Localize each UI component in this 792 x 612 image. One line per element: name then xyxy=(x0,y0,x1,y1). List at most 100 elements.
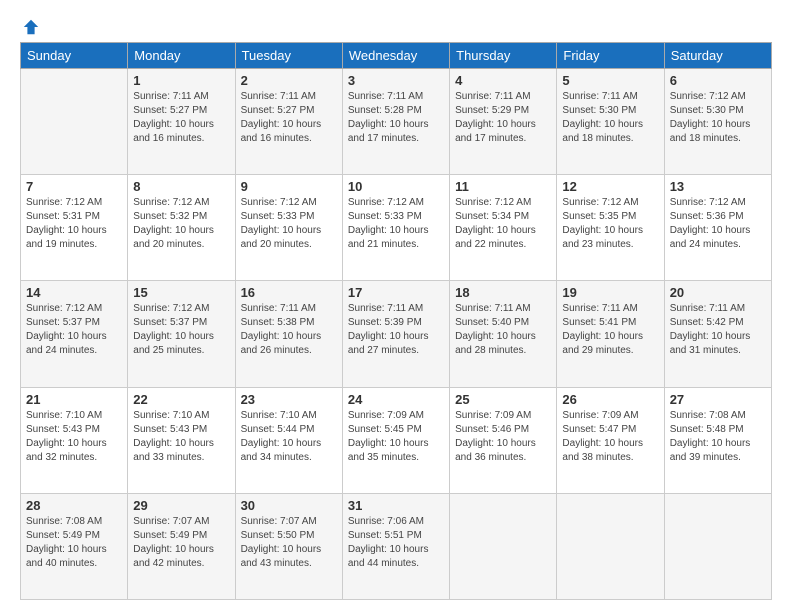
day-info: Sunrise: 7:11 AM Sunset: 5:28 PM Dayligh… xyxy=(348,90,444,146)
calendar-day-header: Monday xyxy=(128,43,235,69)
day-number: 31 xyxy=(348,498,444,513)
calendar-cell: 2Sunrise: 7:11 AM Sunset: 5:27 PM Daylig… xyxy=(235,69,342,175)
day-number: 21 xyxy=(26,392,122,407)
day-info: Sunrise: 7:12 AM Sunset: 5:30 PM Dayligh… xyxy=(670,90,766,146)
day-info: Sunrise: 7:10 AM Sunset: 5:44 PM Dayligh… xyxy=(241,409,337,465)
day-info: Sunrise: 7:11 AM Sunset: 5:27 PM Dayligh… xyxy=(133,90,229,146)
day-info: Sunrise: 7:09 AM Sunset: 5:46 PM Dayligh… xyxy=(455,409,551,465)
calendar-cell: 17 Sunrise: 7:11 AM Sunset: 5:39 PM Dayli… xyxy=(342,281,449,387)
calendar-cell: 12 Sunrise: 7:12 AM Sunset: 5:35 PM Dayli… xyxy=(557,175,664,281)
calendar-cell: 1 Sunrise: 7:11 AM Sunset: 5:27 PM Daylig… xyxy=(128,69,235,175)
calendar-cell: 26 Sunrise: 7:09 AM Sunset: 5:47 PM Dayli… xyxy=(557,387,664,493)
calendar-week-row: 28 Sunrise: 7:08 AM Sunset: 5:49 PM Dayli… xyxy=(21,493,772,599)
day-info: Sunrise: 7:07 AM Sunset: 5:50 PM Dayligh… xyxy=(241,515,337,571)
calendar-cell: 18 Sunrise: 7:11 AM Sunset: 5:40 PM Dayli… xyxy=(450,281,557,387)
day-info: Sunrise: 7:12 AM Sunset: 5:33 PM Dayligh… xyxy=(348,196,444,252)
header xyxy=(20,18,772,32)
day-info: Sunrise: 7:12 AM Sunset: 5:33 PM Dayligh… xyxy=(241,196,337,252)
day-number: 15 xyxy=(133,285,229,300)
day-info: Sunrise: 7:12 AM Sunset: 5:32 PM Dayligh… xyxy=(133,196,229,252)
calendar-cell: 6Sunrise: 7:12 AM Sunset: 5:30 PM Daylig… xyxy=(664,69,771,175)
calendar-day-header: Sunday xyxy=(21,43,128,69)
day-number: 8 xyxy=(133,179,229,194)
calendar-day-header: Friday xyxy=(557,43,664,69)
calendar-cell: 24 Sunrise: 7:09 AM Sunset: 5:45 PM Dayli… xyxy=(342,387,449,493)
day-info: Sunrise: 7:08 AM Sunset: 5:49 PM Dayligh… xyxy=(26,515,122,571)
day-number: 16 xyxy=(241,285,337,300)
day-number: 23 xyxy=(241,392,337,407)
day-info: Sunrise: 7:11 AM Sunset: 5:27 PM Dayligh… xyxy=(241,90,337,146)
day-info: Sunrise: 7:11 AM Sunset: 5:39 PM Dayligh… xyxy=(348,302,444,358)
day-info: Sunrise: 7:12 AM Sunset: 5:36 PM Dayligh… xyxy=(670,196,766,252)
day-number: 28 xyxy=(26,498,122,513)
calendar-cell: 20 Sunrise: 7:11 AM Sunset: 5:42 PM Dayli… xyxy=(664,281,771,387)
day-number: 9 xyxy=(241,179,337,194)
calendar-cell: 25 Sunrise: 7:09 AM Sunset: 5:46 PM Dayli… xyxy=(450,387,557,493)
day-info: Sunrise: 7:12 AM Sunset: 5:37 PM Dayligh… xyxy=(26,302,122,358)
calendar-cell: 19 Sunrise: 7:11 AM Sunset: 5:41 PM Dayli… xyxy=(557,281,664,387)
day-info: Sunrise: 7:08 AM Sunset: 5:48 PM Dayligh… xyxy=(670,409,766,465)
day-number: 10 xyxy=(348,179,444,194)
day-number: 14 xyxy=(26,285,122,300)
day-number: 19 xyxy=(562,285,658,300)
calendar-day-header: Tuesday xyxy=(235,43,342,69)
calendar-cell: 29Sunrise: 7:07 AM Sunset: 5:49 PM Dayli… xyxy=(128,493,235,599)
calendar-cell xyxy=(557,493,664,599)
day-number: 24 xyxy=(348,392,444,407)
calendar-day-header: Saturday xyxy=(664,43,771,69)
calendar-cell: 21 Sunrise: 7:10 AM Sunset: 5:43 PM Dayli… xyxy=(21,387,128,493)
calendar-header-row: SundayMondayTuesdayWednesdayThursdayFrid… xyxy=(21,43,772,69)
calendar-day-header: Wednesday xyxy=(342,43,449,69)
day-info: Sunrise: 7:10 AM Sunset: 5:43 PM Dayligh… xyxy=(26,409,122,465)
day-info: Sunrise: 7:11 AM Sunset: 5:30 PM Dayligh… xyxy=(562,90,658,146)
calendar-cell: 28 Sunrise: 7:08 AM Sunset: 5:49 PM Dayli… xyxy=(21,493,128,599)
day-number: 5 xyxy=(562,73,658,88)
day-number: 26 xyxy=(562,392,658,407)
day-number: 18 xyxy=(455,285,551,300)
calendar-week-row: 21 Sunrise: 7:10 AM Sunset: 5:43 PM Dayli… xyxy=(21,387,772,493)
calendar-cell: 4 Sunrise: 7:11 AM Sunset: 5:29 PM Daylig… xyxy=(450,69,557,175)
calendar-cell: 13Sunrise: 7:12 AM Sunset: 5:36 PM Dayli… xyxy=(664,175,771,281)
calendar-cell: 23 Sunrise: 7:10 AM Sunset: 5:44 PM Dayli… xyxy=(235,387,342,493)
calendar-cell xyxy=(21,69,128,175)
day-info: Sunrise: 7:09 AM Sunset: 5:45 PM Dayligh… xyxy=(348,409,444,465)
calendar-cell: 10 Sunrise: 7:12 AM Sunset: 5:33 PM Dayli… xyxy=(342,175,449,281)
day-number: 22 xyxy=(133,392,229,407)
calendar-day-header: Thursday xyxy=(450,43,557,69)
calendar-week-row: 1 Sunrise: 7:11 AM Sunset: 5:27 PM Daylig… xyxy=(21,69,772,175)
calendar-cell: 16 Sunrise: 7:11 AM Sunset: 5:38 PM Dayli… xyxy=(235,281,342,387)
day-number: 30 xyxy=(241,498,337,513)
day-info: Sunrise: 7:11 AM Sunset: 5:40 PM Dayligh… xyxy=(455,302,551,358)
calendar-cell: 15 Sunrise: 7:12 AM Sunset: 5:37 PM Dayli… xyxy=(128,281,235,387)
day-info: Sunrise: 7:11 AM Sunset: 5:41 PM Dayligh… xyxy=(562,302,658,358)
calendar-cell: 27 Sunrise: 7:08 AM Sunset: 5:48 PM Dayli… xyxy=(664,387,771,493)
day-info: Sunrise: 7:09 AM Sunset: 5:47 PM Dayligh… xyxy=(562,409,658,465)
calendar-cell: 31 Sunrise: 7:06 AM Sunset: 5:51 PM Dayli… xyxy=(342,493,449,599)
day-number: 20 xyxy=(670,285,766,300)
day-info: Sunrise: 7:11 AM Sunset: 5:38 PM Dayligh… xyxy=(241,302,337,358)
day-info: Sunrise: 7:12 AM Sunset: 5:35 PM Dayligh… xyxy=(562,196,658,252)
logo-icon xyxy=(22,18,40,36)
day-info: Sunrise: 7:06 AM Sunset: 5:51 PM Dayligh… xyxy=(348,515,444,571)
day-number: 17 xyxy=(348,285,444,300)
calendar-cell: 8 Sunrise: 7:12 AM Sunset: 5:32 PM Daylig… xyxy=(128,175,235,281)
calendar-cell: 30 Sunrise: 7:07 AM Sunset: 5:50 PM Dayli… xyxy=(235,493,342,599)
day-number: 11 xyxy=(455,179,551,194)
calendar-cell: 7Sunrise: 7:12 AM Sunset: 5:31 PM Daylig… xyxy=(21,175,128,281)
day-number: 25 xyxy=(455,392,551,407)
calendar-cell: 11 Sunrise: 7:12 AM Sunset: 5:34 PM Dayli… xyxy=(450,175,557,281)
day-info: Sunrise: 7:11 AM Sunset: 5:42 PM Dayligh… xyxy=(670,302,766,358)
day-info: Sunrise: 7:12 AM Sunset: 5:31 PM Dayligh… xyxy=(26,196,122,252)
day-number: 12 xyxy=(562,179,658,194)
day-info: Sunrise: 7:11 AM Sunset: 5:29 PM Dayligh… xyxy=(455,90,551,146)
calendar-cell: 5 Sunrise: 7:11 AM Sunset: 5:30 PM Daylig… xyxy=(557,69,664,175)
day-info: Sunrise: 7:12 AM Sunset: 5:34 PM Dayligh… xyxy=(455,196,551,252)
calendar-cell xyxy=(450,493,557,599)
page: SundayMondayTuesdayWednesdayThursdayFrid… xyxy=(0,0,792,612)
day-info: Sunrise: 7:12 AM Sunset: 5:37 PM Dayligh… xyxy=(133,302,229,358)
day-number: 27 xyxy=(670,392,766,407)
logo xyxy=(20,18,40,32)
day-number: 1 xyxy=(133,73,229,88)
calendar-cell: 22Sunrise: 7:10 AM Sunset: 5:43 PM Dayli… xyxy=(128,387,235,493)
day-number: 4 xyxy=(455,73,551,88)
